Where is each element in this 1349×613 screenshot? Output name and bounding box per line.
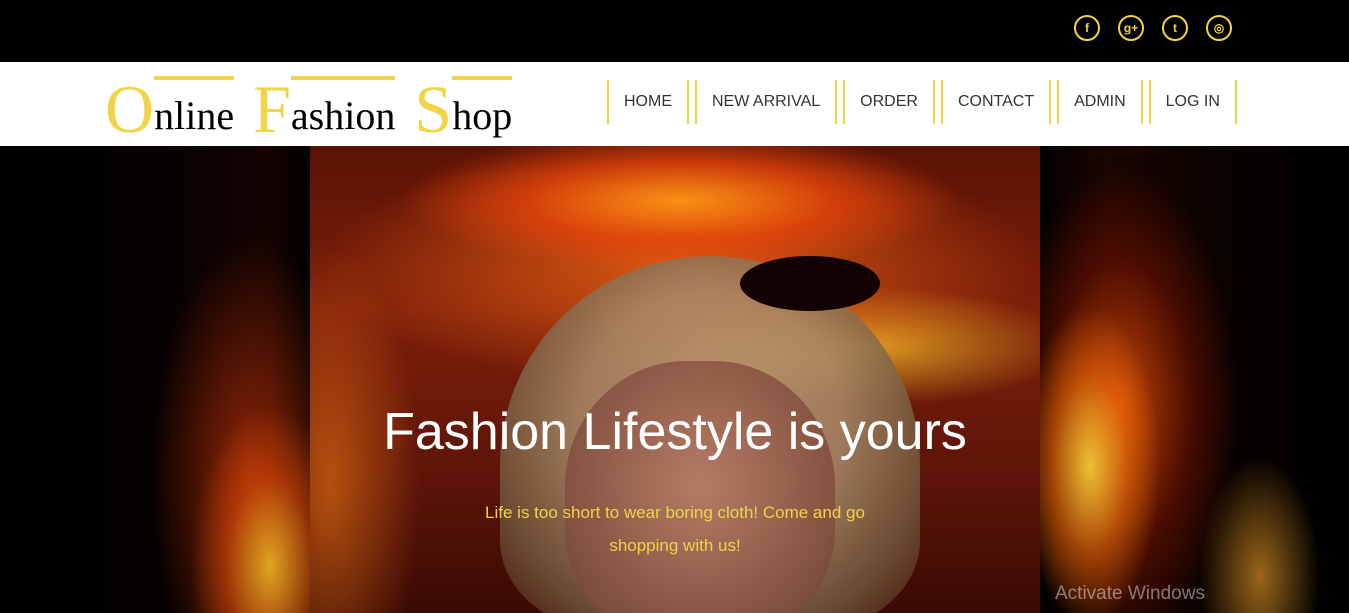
nav-contact[interactable]: CONTACT — [940, 80, 1052, 124]
nav-home[interactable]: HOME — [607, 80, 689, 124]
main-nav: HOME NEW ARRIVAL ORDER CONTACT ADMIN LOG… — [607, 80, 1237, 126]
logo-word-fashion: F ashion — [253, 71, 396, 147]
activate-windows-watermark: Activate Windows — [1055, 583, 1205, 604]
hero-tagline: Life is too short to wear boring cloth! … — [485, 503, 865, 555]
logo-text: ashion — [290, 76, 396, 138]
logo-text: nline — [154, 76, 235, 138]
social-links: f g+ t ◎ — [1074, 15, 1232, 41]
hero-model-hat — [740, 256, 880, 311]
top-bar: f g+ t ◎ — [0, 0, 1349, 62]
google-plus-icon[interactable]: g+ — [1118, 15, 1144, 41]
logo-word-online: O nline — [105, 71, 235, 147]
site-header: O nline F ashion S hop HOME NEW ARRIVAL … — [0, 62, 1349, 146]
site-logo[interactable]: O nline F ashion S hop — [105, 71, 513, 147]
hero-model-face — [565, 361, 835, 613]
logo-word-shop: S hop — [414, 71, 513, 147]
logo-text: hop — [452, 76, 513, 138]
dribbble-icon[interactable]: ◎ — [1206, 15, 1232, 41]
logo-capital: O — [105, 71, 155, 147]
nav-login[interactable]: LOG IN — [1148, 80, 1237, 124]
nav-new-arrival[interactable]: NEW ARRIVAL — [695, 80, 838, 124]
nav-order[interactable]: ORDER — [843, 80, 935, 124]
twitter-icon[interactable]: t — [1162, 15, 1188, 41]
hero-headline: Fashion Lifestyle is yours — [383, 403, 967, 461]
facebook-icon[interactable]: f — [1074, 15, 1100, 41]
logo-capital: S — [414, 71, 453, 147]
hero-banner: Fashion Lifestyle is yours Life is too s… — [0, 146, 1349, 613]
logo-capital: F — [253, 71, 291, 147]
nav-admin[interactable]: ADMIN — [1057, 80, 1143, 124]
